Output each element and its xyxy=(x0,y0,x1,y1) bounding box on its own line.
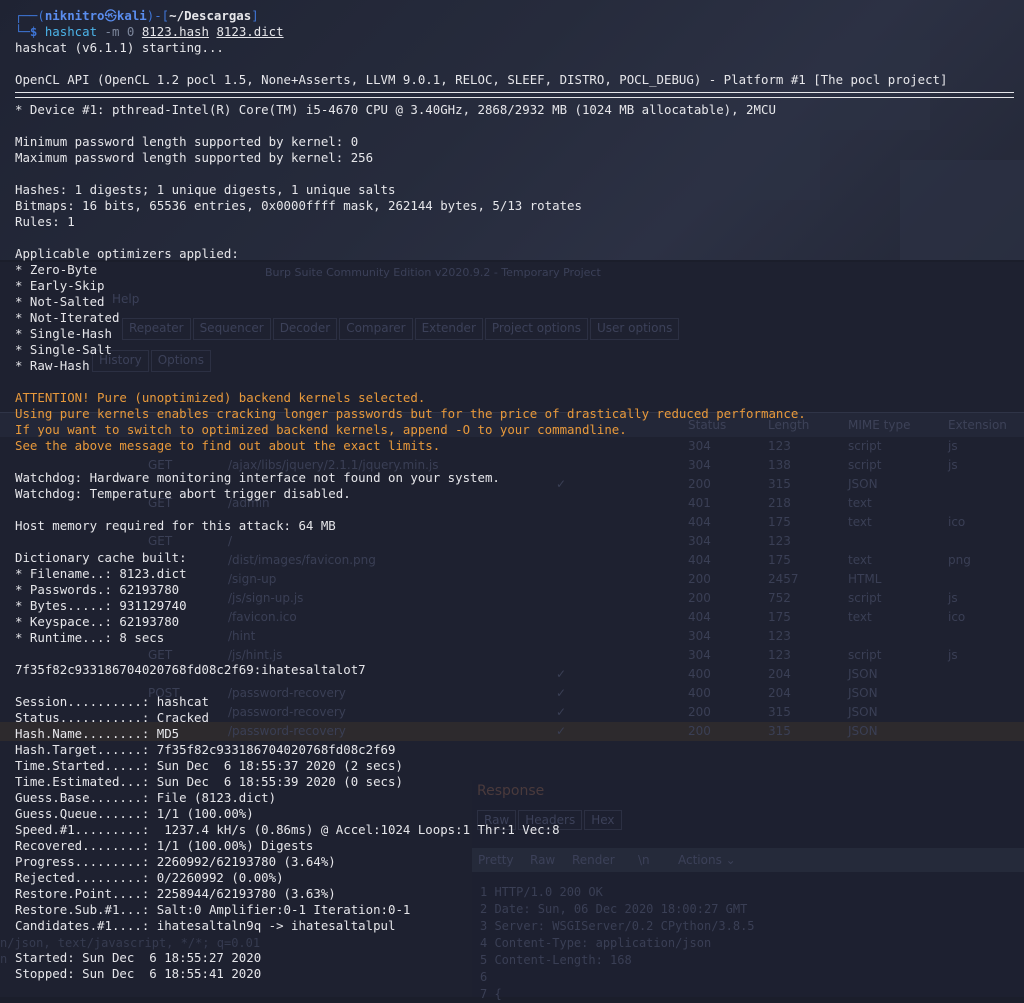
prompt-path: ~/Descargas xyxy=(169,8,252,23)
output-line: Dictionary cache built: xyxy=(15,550,187,565)
burp-response-line: 7 { xyxy=(480,987,502,1001)
optimizer-item: * Raw-Hash xyxy=(15,358,90,373)
optimizer-item: * Not-Iterated xyxy=(15,310,120,325)
attention-line: ATTENTION! Pure (unoptimized) backend ke… xyxy=(15,390,426,405)
output-line: Maximum password length supported by ker… xyxy=(15,150,374,165)
separator-rule xyxy=(15,92,1014,98)
output-line: Bitmaps: 16 bits, 65536 entries, 0x0000f… xyxy=(15,198,582,213)
optimizer-item: * Single-Salt xyxy=(15,342,112,357)
status-line: Recovered........: 1/1 (100.00%) Digests xyxy=(15,838,314,853)
watchdog-line: Watchdog: Hardware monitoring interface … xyxy=(15,470,500,485)
cracked-result: 7f35f82c933186704020768fd08c2f69:ihatesa… xyxy=(15,662,366,677)
status-line: Time.Started.....: Sun Dec 6 18:55:37 20… xyxy=(15,758,403,773)
status-line: Guess.Queue......: 1/1 (100.00%) xyxy=(15,806,254,821)
output-line: * Device #1: pthread-Intel(R) Core(TM) i… xyxy=(15,102,776,117)
started-line: Started: Sun Dec 6 18:55:27 2020 xyxy=(15,950,262,965)
command-dict-file: 8123.dict xyxy=(216,24,284,39)
attention-line: If you want to switch to optimized backe… xyxy=(15,422,627,437)
optimizer-item: * Not-Salted xyxy=(15,294,105,309)
status-line: Hash.Target......: 7f35f82c9331867040207… xyxy=(15,742,396,757)
terminal-output[interactable]: ┌──(niknitro㉿kali)-[~/Descargas] └─$ has… xyxy=(15,8,1024,982)
output-line: Rules: 1 xyxy=(15,214,75,229)
dictionary-item: * Filename..: 8123.dict xyxy=(15,566,187,581)
optimizer-item: * Early-Skip xyxy=(15,278,105,293)
prompt-line-2: └─$ hashcat -m 0 8123.hash 8123.dict xyxy=(15,24,284,39)
status-line: Restore.Sub.#1...: Salt:0 Amplifier:0-1 … xyxy=(15,902,411,917)
attention-line: See the above message to find out about … xyxy=(15,438,441,453)
watchdog-line: Watchdog: Temperature abort trigger disa… xyxy=(15,486,351,501)
optimizer-item: * Zero-Byte xyxy=(15,262,98,277)
status-line: Progress.........: 2260992/62193780 (3.6… xyxy=(15,854,336,869)
stopped-line: Stopped: Sun Dec 6 18:55:41 2020 xyxy=(15,966,262,981)
output-line: Applicable optimizers applied: xyxy=(15,246,239,261)
status-line: Speed.#1.........: 1237.4 kH/s (0.86ms) … xyxy=(15,822,560,837)
optimizer-item: * Single-Hash xyxy=(15,326,112,341)
status-line: Hash.Name........: MD5 xyxy=(15,726,180,741)
prompt-host: kali xyxy=(116,8,147,23)
status-line: Rejected.........: 0/2260992 (0.00%) xyxy=(15,870,284,885)
prompt-line-1: ┌──(niknitro㉿kali)-[~/Descargas] xyxy=(15,8,259,23)
dictionary-item: * Passwords.: 62193780 xyxy=(15,582,180,597)
status-line: Status...........: Cracked xyxy=(15,710,209,725)
status-line: Candidates.#1....: ihatesaltaln9q -> iha… xyxy=(15,918,396,933)
status-line: Time.Estimated...: Sun Dec 6 18:55:39 20… xyxy=(15,774,403,789)
output-line: hashcat (v6.1.1) starting... xyxy=(15,40,224,55)
command-flag: -m 0 xyxy=(104,24,135,39)
command-hash-file: 8123.hash xyxy=(141,24,209,39)
output-line: Hashes: 1 digests; 1 unique digests, 1 u… xyxy=(15,182,396,197)
dictionary-item: * Keyspace..: 62193780 xyxy=(15,614,180,629)
prompt-user: niknitro xyxy=(44,8,105,23)
output-line: Host memory required for this attack: 64… xyxy=(15,518,336,533)
command-name: hashcat xyxy=(44,24,98,39)
output-line: Minimum password length supported by ker… xyxy=(15,134,359,149)
kali-skull-icon: ㉿ xyxy=(104,8,117,23)
dictionary-item: * Bytes.....: 931129740 xyxy=(15,598,187,613)
output-line: OpenCL API (OpenCL 1.2 pocl 1.5, None+As… xyxy=(15,72,948,87)
status-line: Restore.Point....: 2258944/62193780 (3.6… xyxy=(15,886,336,901)
status-line: Guess.Base.......: File (8123.dict) xyxy=(15,790,277,805)
status-line: Session..........: hashcat xyxy=(15,694,209,709)
dictionary-item: * Runtime...: 8 secs xyxy=(15,630,165,645)
attention-line: Using pure kernels enables cracking long… xyxy=(15,406,806,421)
